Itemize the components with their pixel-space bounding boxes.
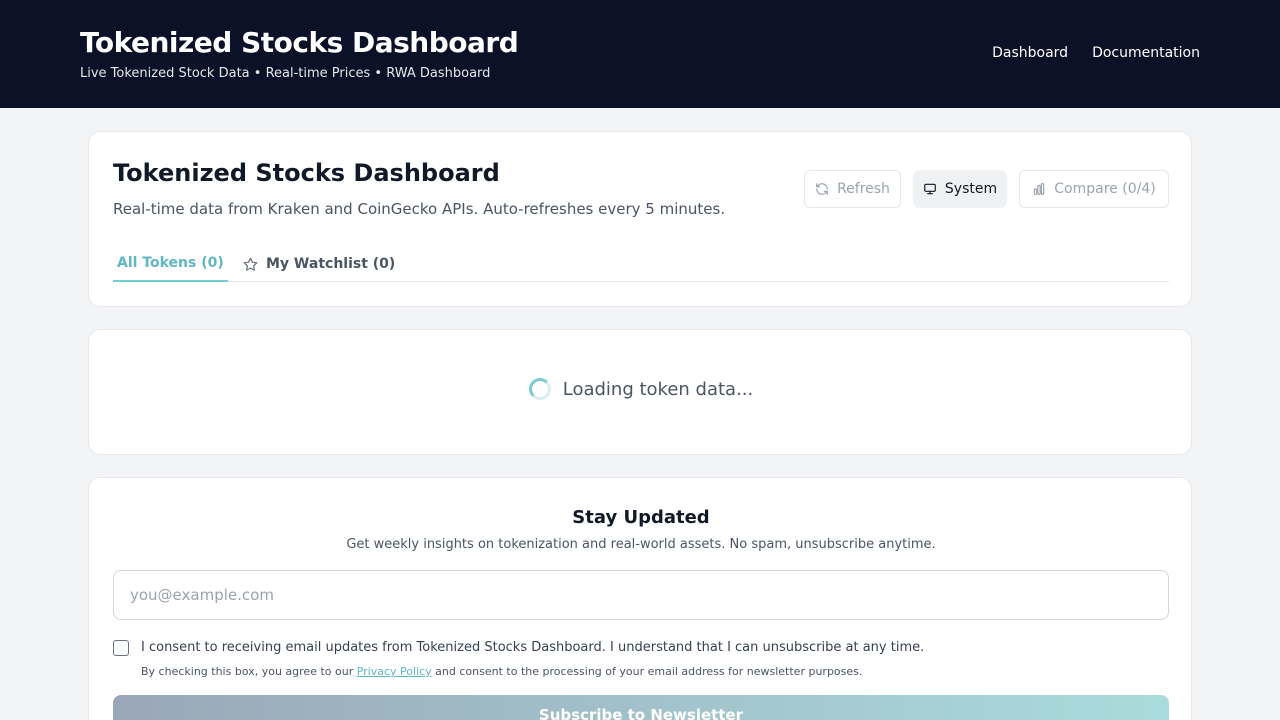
fine-print-before: By checking this box, you agree to our bbox=[141, 665, 357, 678]
page-description: Real-time data from Kraken and CoinGecko… bbox=[113, 200, 726, 218]
email-field[interactable] bbox=[113, 570, 1169, 620]
nav-link-documentation[interactable]: Documentation bbox=[1092, 45, 1200, 61]
theme-system-button[interactable]: System bbox=[913, 170, 1007, 208]
dashboard-card: Tokenized Stocks Dashboard Real-time dat… bbox=[88, 131, 1192, 307]
page-title: Tokenized Stocks Dashboard bbox=[113, 159, 500, 187]
bar-chart-icon bbox=[1032, 182, 1046, 196]
tab-all-tokens[interactable]: All Tokens (0) bbox=[113, 246, 228, 282]
compare-button-label: Compare (0/4) bbox=[1054, 181, 1156, 197]
star-icon bbox=[243, 257, 258, 272]
site-subtitle: Live Tokenized Stock Data • Real-time Pr… bbox=[80, 66, 491, 81]
token-data-card: Loading token data... bbox=[88, 329, 1192, 455]
site-title[interactable]: Tokenized Stocks Dashboard bbox=[80, 26, 519, 59]
consent-fine-print: By checking this box, you agree to our P… bbox=[141, 665, 862, 678]
newsletter-title: Stay Updated bbox=[572, 507, 710, 528]
compare-button[interactable]: Compare (0/4) bbox=[1019, 170, 1169, 208]
top-nav: Dashboard Documentation bbox=[992, 45, 1200, 61]
refresh-icon bbox=[815, 182, 829, 196]
subscribe-button-label: Subscribe to Newsletter bbox=[538, 706, 744, 720]
tab-my-watchlist[interactable]: My Watchlist (0) bbox=[243, 246, 395, 282]
spinner-icon bbox=[528, 378, 551, 400]
fine-print-after: and consent to the processing of your em… bbox=[431, 665, 863, 678]
consent-checkbox[interactable] bbox=[113, 640, 129, 656]
tab-all-tokens-label: All Tokens (0) bbox=[117, 255, 224, 271]
privacy-policy-link[interactable]: Privacy Policy bbox=[357, 665, 432, 678]
loading-text: Loading token data... bbox=[562, 378, 754, 400]
newsletter-description: Get weekly insights on tokenization and … bbox=[346, 537, 936, 552]
loading-indicator: Loading token data... bbox=[89, 378, 1193, 400]
top-header: Tokenized Stocks Dashboard Live Tokenize… bbox=[0, 0, 1280, 108]
token-tabs: All Tokens (0) My Watchlist (0) bbox=[113, 246, 1169, 282]
consent-label: I consent to receiving email updates fro… bbox=[141, 640, 925, 655]
refresh-button[interactable]: Refresh bbox=[804, 170, 901, 208]
subscribe-button[interactable]: Subscribe to Newsletter bbox=[113, 695, 1169, 720]
tab-my-watchlist-label: My Watchlist (0) bbox=[266, 256, 396, 272]
nav-link-dashboard[interactable]: Dashboard bbox=[992, 45, 1068, 61]
newsletter-card: Stay Updated Get weekly insights on toke… bbox=[88, 477, 1192, 720]
system-button-label: System bbox=[944, 181, 998, 197]
monitor-icon bbox=[923, 182, 937, 196]
refresh-button-label: Refresh bbox=[837, 181, 890, 197]
